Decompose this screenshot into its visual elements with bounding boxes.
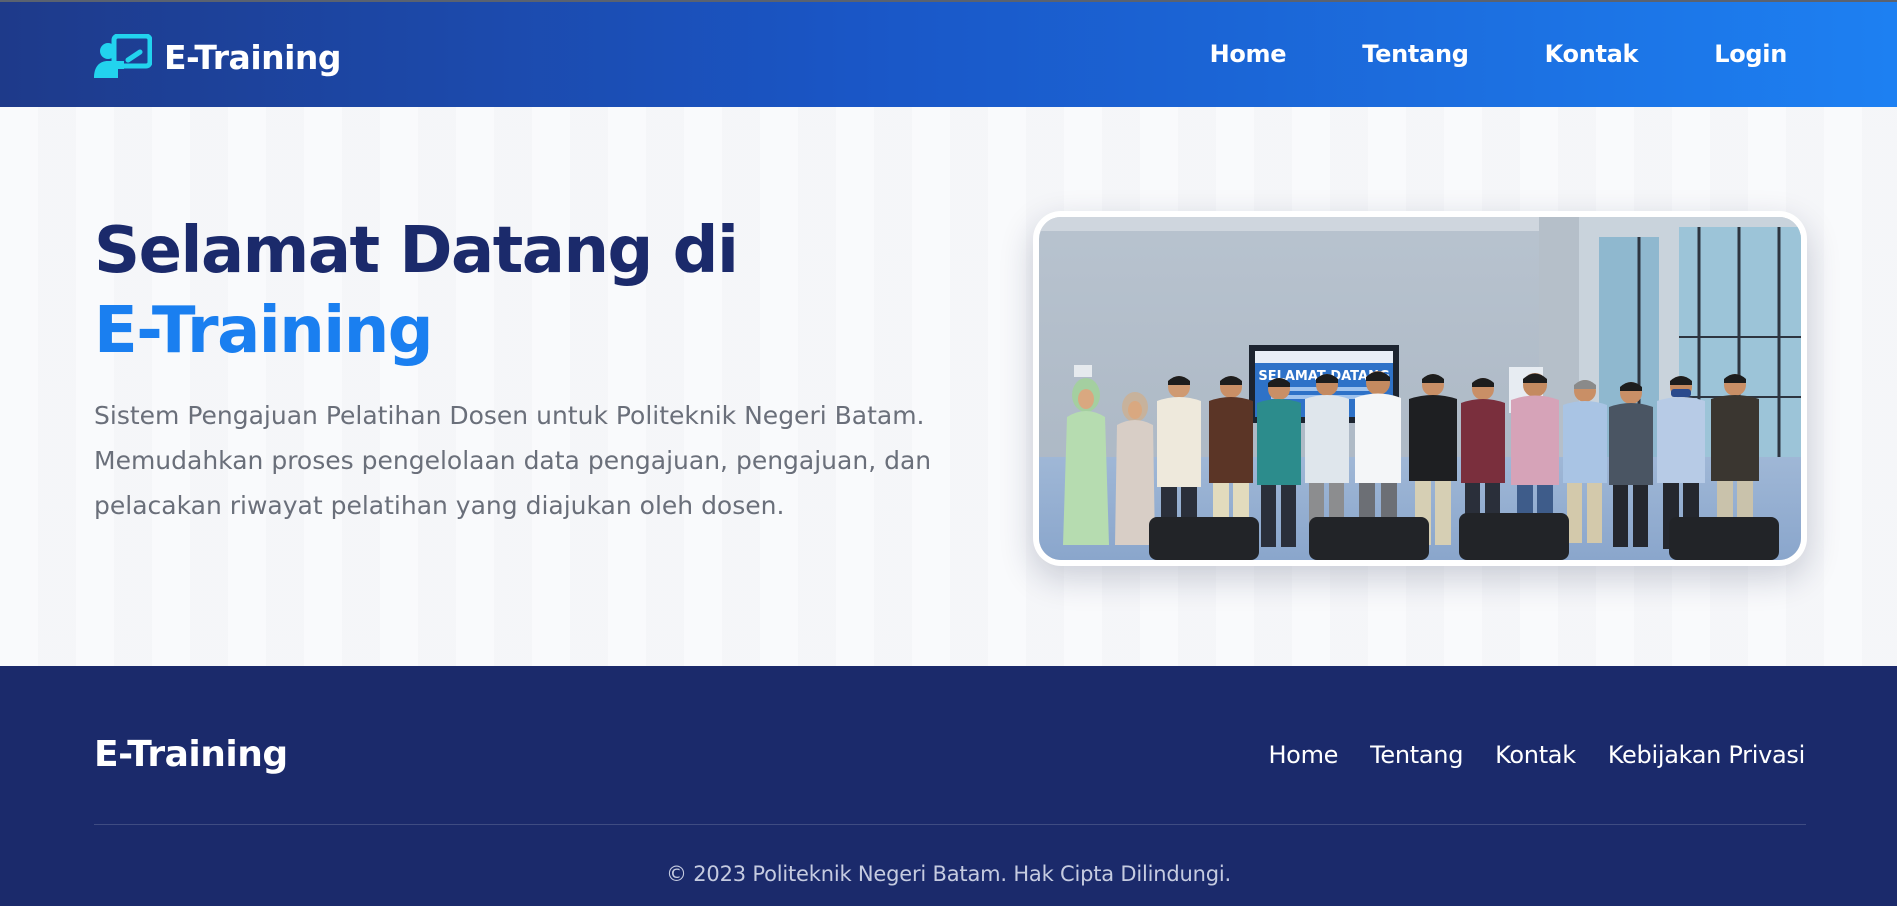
footer-brand[interactable]: E-Training (94, 734, 288, 775)
nav-tentang[interactable]: Tentang (1362, 40, 1469, 68)
footer-link-privacy[interactable]: Kebijakan Privasi (1608, 741, 1805, 769)
hero-group-photo: SELAMAT DATANG (1039, 217, 1801, 560)
teacher-board-icon (94, 34, 152, 78)
hero-title-line1: Selamat Datang di (94, 214, 739, 288)
hero-title: Selamat Datang di E-Training (94, 211, 954, 371)
hero-photo-frame: SELAMAT DATANG (1033, 211, 1807, 566)
copyright: © 2023 Politeknik Negeri Batam. Hak Cipt… (665, 862, 1231, 886)
hero-description: Sistem Pengajuan Pelatihan Dosen untuk P… (94, 401, 932, 520)
brand-name: E-Training (164, 37, 342, 77)
footer-divider (94, 824, 1806, 825)
nav-home[interactable]: Home (1210, 40, 1287, 68)
hero-section: Selamat Datang di E-Training Sistem Peng… (0, 107, 1897, 666)
footer-link-tentang[interactable]: Tentang (1370, 741, 1463, 769)
hero-title-line2: E-Training (94, 294, 434, 368)
nav-login[interactable]: Login (1714, 40, 1787, 68)
footer-link-kontak[interactable]: Kontak (1495, 741, 1576, 769)
footer-link-home[interactable]: Home (1268, 741, 1338, 769)
navbar: E-Training Home Tentang Kontak Login (0, 0, 1897, 107)
nav-kontak[interactable]: Kontak (1545, 40, 1639, 68)
brand-logo[interactable]: E-Training (94, 34, 342, 80)
footer: E-Training Home Tentang Kontak Kebijakan… (0, 666, 1897, 906)
nav-links: Home Tentang Kontak Login (1134, 40, 1788, 68)
footer-links: Home Tentang Kontak Kebijakan Privasi (1236, 741, 1805, 769)
